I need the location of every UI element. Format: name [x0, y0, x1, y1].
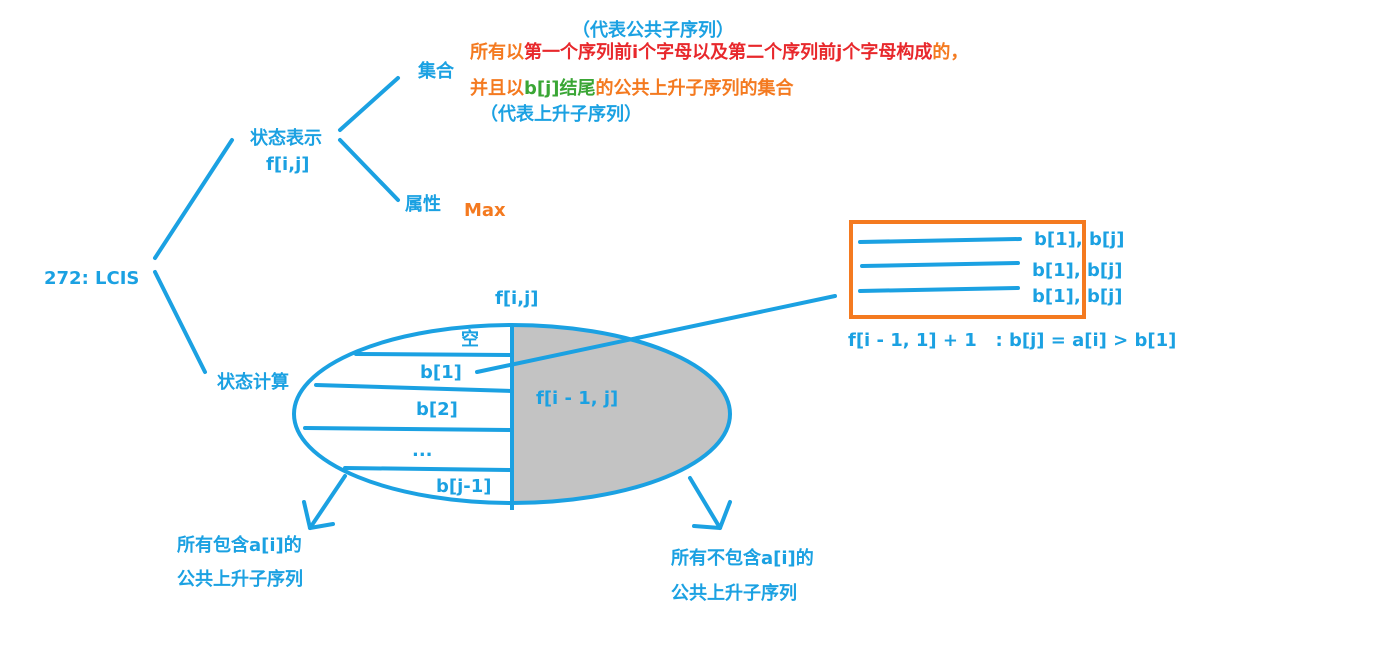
set-line1-b: 第一个序列前i个字母以及第二个序列前j个字母构成: [524, 42, 933, 63]
branch-state-repr-to-attr: [338, 138, 400, 202]
set-line1-c: 的，: [932, 42, 969, 63]
row-line-2: [314, 383, 514, 393]
box-row-1: b[1], b[j]: [1032, 260, 1123, 281]
set-description-line1: 所有以第一个序列前i个字母以及第二个序列前j个字母构成的，: [470, 44, 968, 62]
left-arrow: [302, 474, 347, 530]
state-repr-sub: f[i,j]: [266, 154, 310, 175]
set-note-top: （代表公共子序列）: [572, 20, 734, 41]
set-description-line2: 并且以b[j]结尾的公共上升子序列的集合: [470, 80, 794, 98]
ellipse-right-half: [512, 325, 730, 503]
set-note-bottom: （代表上升子序列）: [480, 104, 642, 125]
set-line2-b: b[j]: [524, 78, 560, 99]
box-line-3: [858, 286, 1020, 293]
set-line1-a: 所有以: [470, 42, 524, 63]
box-line-1: [858, 237, 1022, 244]
ellipse-row-0: 空: [461, 329, 479, 350]
formula: f[i - 1, 1] + 1 : b[j] = a[i] > b[1]: [848, 330, 1177, 351]
ellipse-right-label: f[i - 1, j]: [536, 388, 619, 409]
row-line-3: [303, 426, 514, 432]
root-label: 272: LCIS: [44, 268, 140, 289]
left-output-line1: 所有包含a[i]的: [177, 535, 302, 556]
branch-state-repr-to-set: [338, 76, 400, 132]
left-output-line2: 公共上升子序列: [177, 569, 303, 590]
ellipse-row-1: b[1]: [420, 362, 462, 383]
ellipse-row-4: b[j-1]: [436, 476, 492, 497]
ellipse-top-label: f[i,j]: [495, 288, 539, 309]
branch-root-to-state-calc: [153, 270, 207, 374]
right-output-line1: 所有不包含a[i]的: [671, 548, 814, 569]
box-row-2: b[1], b[j]: [1032, 286, 1123, 307]
attr-value: Max: [464, 200, 506, 221]
state-repr-label: 状态表示: [250, 128, 322, 149]
row-line-1: [354, 352, 514, 357]
set-line2-d: 的公共上升子序列的集合: [595, 78, 794, 99]
state-calc-label: 状态计算: [217, 372, 289, 393]
ellipse-row-3: ...: [412, 440, 433, 461]
ellipse-row-2: b[2]: [416, 399, 458, 420]
right-output-line2: 公共上升子序列: [671, 583, 797, 604]
box-row-0: b[1], b[j]: [1034, 229, 1125, 250]
branch-root-to-state-repr: [153, 138, 234, 260]
set-line2-c: 结尾: [559, 78, 596, 99]
row-line-4: [343, 466, 514, 472]
attr-label: 属性: [405, 194, 441, 215]
set-label: 集合: [418, 61, 454, 82]
box-line-2: [860, 261, 1020, 268]
right-arrow: [688, 476, 732, 530]
set-line2-a: 并且以: [470, 78, 524, 99]
